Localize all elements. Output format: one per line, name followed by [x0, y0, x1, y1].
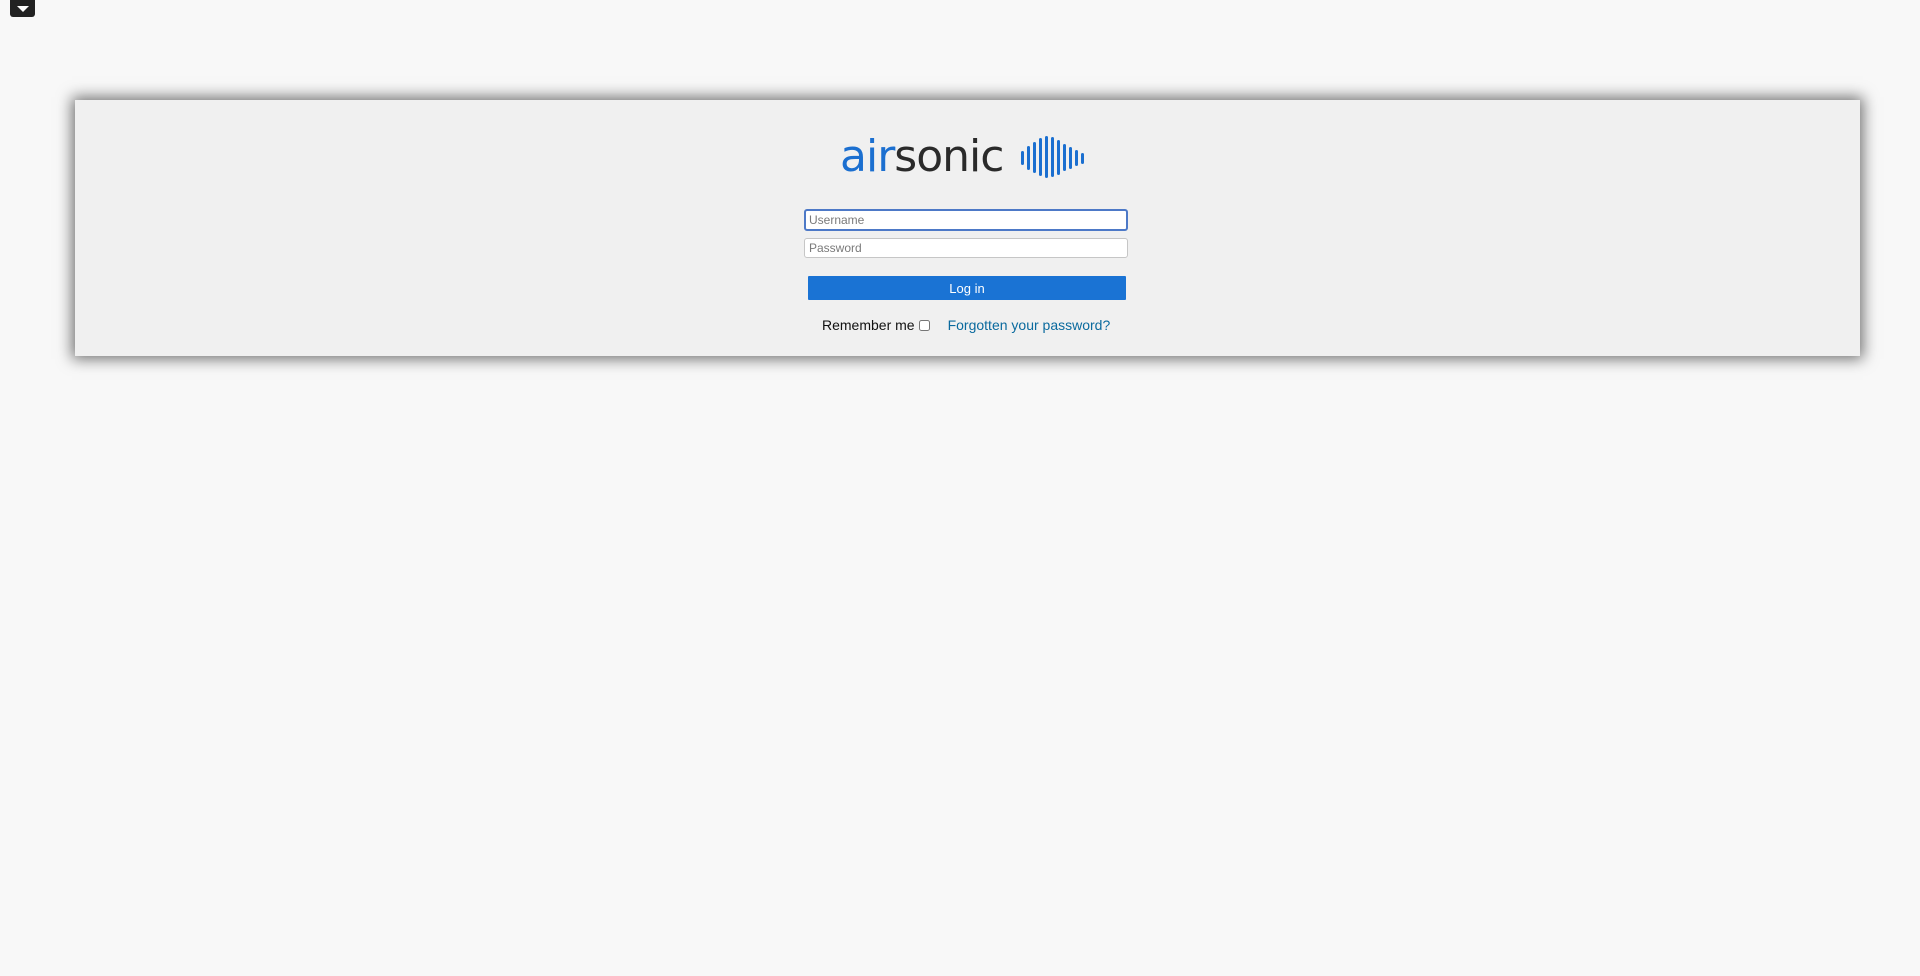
airsonic-logo: airsonic — [840, 132, 1091, 182]
logo-text: airsonic — [840, 131, 1004, 182]
remember-row: Remember me Forgotten your password? — [822, 316, 1110, 334]
menu-toggle-button[interactable] — [10, 0, 35, 17]
caret-down-icon — [16, 6, 29, 12]
password-input[interactable] — [804, 238, 1128, 258]
username-input[interactable] — [804, 209, 1128, 231]
soundwave-icon — [1021, 136, 1085, 178]
remember-me-checkbox[interactable] — [918, 319, 930, 331]
logo-text-air: air — [840, 131, 895, 182]
remember-me-label: Remember me — [822, 317, 915, 333]
logo-text-sonic: sonic — [894, 131, 1004, 182]
login-panel: airsonic Log in Remember me Forgotten yo… — [75, 100, 1860, 356]
login-button[interactable]: Log in — [808, 276, 1126, 300]
forgotten-password-link[interactable]: Forgotten your password? — [948, 317, 1111, 333]
